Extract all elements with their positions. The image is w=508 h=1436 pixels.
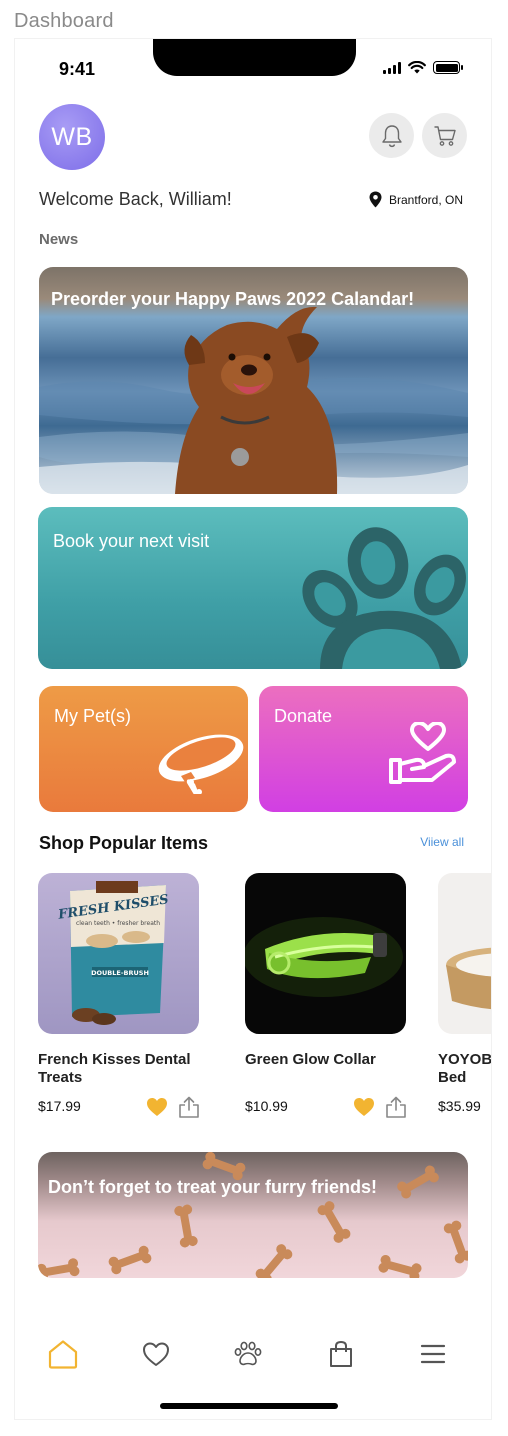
product-name: YOYOB Bed [438, 1051, 492, 1086]
paw-print-icon [302, 527, 466, 669]
home-icon [48, 1340, 78, 1369]
donate-hand-icon [389, 722, 456, 784]
location-pin-icon [369, 191, 382, 208]
cart-button[interactable] [422, 113, 467, 158]
menu-icon [420, 1344, 446, 1364]
heart-filled-icon[interactable] [353, 1097, 375, 1117]
product-image [438, 873, 491, 1034]
tab-favorites[interactable] [136, 1334, 176, 1374]
location[interactable]: Brantford, ON [369, 191, 463, 208]
status-time: 9:41 [59, 59, 96, 79]
bag-icon [330, 1340, 352, 1367]
battery-icon [433, 61, 463, 74]
tab-home[interactable] [43, 1334, 83, 1374]
product-price: $35.99 [438, 1098, 481, 1114]
shop-section-title: Shop Popular Items [39, 833, 209, 853]
product-name: French Kisses Dental Treats [38, 1051, 191, 1086]
notifications-button[interactable] [369, 113, 414, 158]
product-image [245, 873, 406, 1034]
treat-promo-text: Don’t forget to treat your furry friends… [48, 1177, 378, 1197]
product-name: Green Glow Collar [245, 1051, 376, 1068]
cart-icon [434, 125, 456, 146]
view-all-link[interactable]: Viiew all [420, 835, 464, 849]
book-visit-label: Book your next visit [53, 531, 210, 551]
notch [153, 39, 356, 76]
welcome-text: Welcome Back, William! [39, 189, 232, 209]
my-pets-card[interactable]: My Pet(s) [39, 686, 248, 812]
bottom-tab-bar [15, 1334, 491, 1384]
bone-treats-photo [38, 1152, 468, 1278]
signal-icon [383, 61, 401, 74]
share-icon[interactable] [178, 1096, 200, 1118]
bell-icon [381, 124, 402, 147]
news-headline: Preorder your Happy Paws 2022 Calandar! [51, 289, 415, 309]
treat-promo-card[interactable]: Don’t forget to treat your furry friends… [38, 1152, 468, 1278]
product-image: FRESH KISSES clean teeth • fresher breat… [38, 873, 199, 1034]
package-variant-text: DOUBLE-BRUSH [91, 969, 149, 977]
my-pets-label: My Pet(s) [54, 706, 132, 726]
product-price: $10.99 [245, 1098, 288, 1114]
product-card[interactable]: YOYOB Bed $35.99 [438, 873, 492, 1114]
tab-menu[interactable] [413, 1334, 453, 1374]
package-tagline-text: clean teeth • fresher breath [76, 920, 160, 927]
collar-icon [158, 734, 244, 794]
news-card[interactable]: Preorder your Happy Paws 2022 Calandar! [39, 267, 468, 494]
product-price: $17.99 [38, 1098, 81, 1114]
status-icons [383, 61, 463, 74]
product-card[interactable]: Green Glow Collar $10.99 [245, 873, 415, 1118]
location-label: Brantford, ON [388, 192, 463, 207]
paw-icon [234, 1341, 262, 1366]
frame-label: Dashboard [14, 10, 114, 32]
wifi-icon [408, 61, 426, 74]
news-section-title: News [39, 231, 79, 248]
product-card[interactable]: FRESH KISSES clean teeth • fresher breat… [38, 873, 208, 1118]
heart-filled-icon[interactable] [146, 1097, 168, 1117]
heart-icon [143, 1342, 169, 1366]
tab-shop[interactable] [321, 1334, 361, 1374]
share-icon[interactable] [385, 1096, 407, 1118]
book-visit-card[interactable]: Book your next visit [38, 507, 468, 669]
avatar[interactable]: WB [39, 104, 105, 170]
phone-screen: 9:41 WB Welcome Back, William! Brantford… [14, 38, 492, 1420]
home-indicator [160, 1403, 338, 1409]
donate-card[interactable]: Donate [259, 686, 468, 812]
donate-label: Donate [274, 706, 333, 726]
tab-pets[interactable] [228, 1334, 268, 1374]
